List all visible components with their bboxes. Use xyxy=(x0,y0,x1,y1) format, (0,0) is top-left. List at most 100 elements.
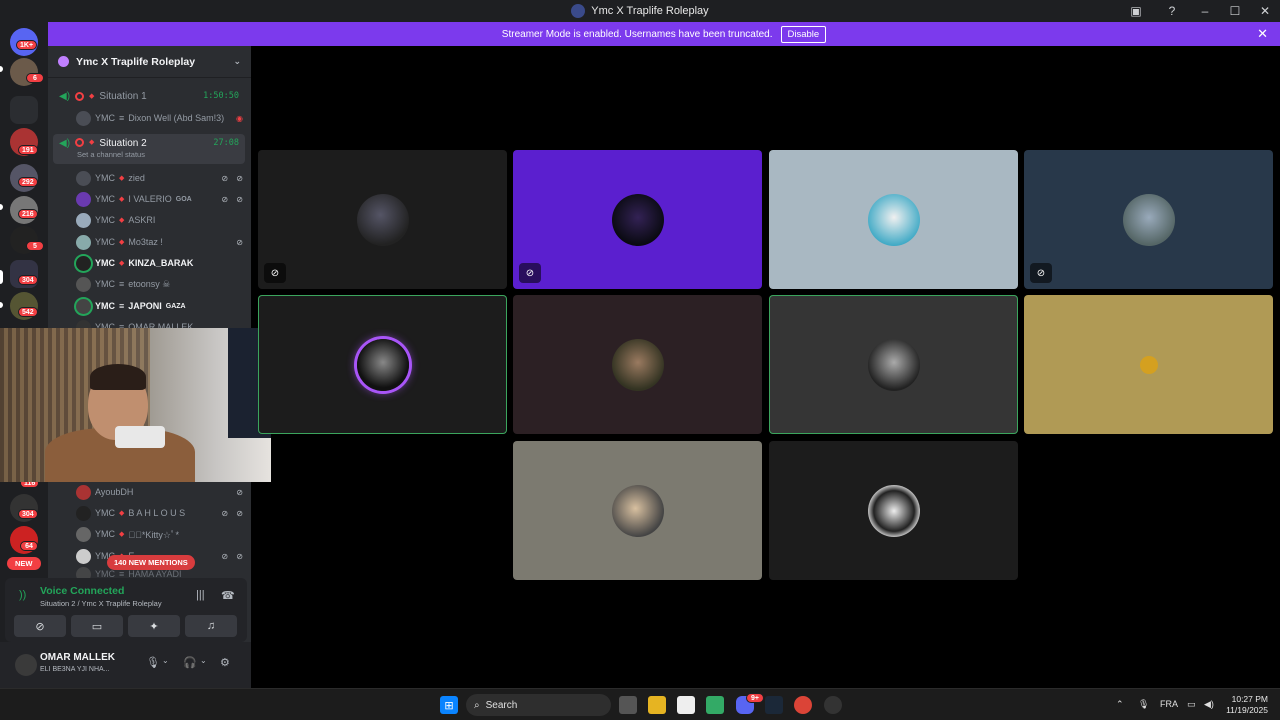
server-badge: 304 xyxy=(18,509,38,519)
member-separator: ≡ xyxy=(119,301,125,311)
noise-suppression-icon[interactable]: ||| xyxy=(196,589,205,601)
video-tile[interactable] xyxy=(769,441,1018,580)
diamond-icon: ◆ xyxy=(89,139,95,146)
member-prefix: YMC xyxy=(95,258,115,268)
folder-icon[interactable] xyxy=(10,96,38,124)
system-clock[interactable]: 10:27 PM 11/19/2025 xyxy=(1226,694,1268,716)
avatar xyxy=(76,298,91,314)
voice-connected-panel: )) Voice Connected Situation 2 / Ymc X T… xyxy=(5,578,247,642)
gear-icon[interactable]: ⚙ xyxy=(220,656,230,669)
no-entry-icon xyxy=(75,138,85,147)
microphone-icon[interactable]: 🎙 xyxy=(1138,699,1149,710)
unread-pill xyxy=(0,66,3,72)
chrome-icon[interactable] xyxy=(794,696,812,714)
video-tile[interactable] xyxy=(769,150,1018,289)
disable-streamer-mode-button[interactable]: Disable xyxy=(780,25,827,43)
avatar xyxy=(76,484,91,500)
network-icon[interactable]: ▭ xyxy=(1187,699,1196,710)
new-mentions-pill[interactable]: 140 NEW MENTIONS xyxy=(107,555,195,570)
language-indicator[interactable]: FRA xyxy=(1160,699,1178,709)
member-row[interactable]: YMC ◆ B A H L O U S ⊘ ⊘ xyxy=(76,503,246,523)
video-tile[interactable] xyxy=(513,441,762,580)
chevron-down-icon[interactable]: ⌄ xyxy=(162,656,169,665)
avatar xyxy=(76,191,91,207)
chevron-down-icon[interactable]: ⌄ xyxy=(200,656,207,665)
channel-name: Situation 1 xyxy=(99,90,147,102)
chevron-down-icon[interactable]: ⌄ xyxy=(233,56,241,67)
member-row[interactable]: YMC ◆ ☆ﾟ*Kitty☆ﾟ* xyxy=(76,524,246,544)
inbox-icon[interactable]: ▣ xyxy=(1118,4,1154,18)
discord-badge: 9+ xyxy=(746,693,764,703)
member-row[interactable]: AyoubDH ⊘ xyxy=(76,482,246,502)
member-row[interactable]: YMC ◆ ASKRI xyxy=(76,210,246,230)
avatar xyxy=(76,276,91,292)
voice-channel-situation-1[interactable]: ◀) ◆ Situation 1 1:50:50 xyxy=(53,85,245,107)
help-icon[interactable]: ? xyxy=(1154,4,1190,18)
server-badge: 542 xyxy=(18,307,38,317)
close-window-button[interactable]: ✕ xyxy=(1250,4,1280,18)
video-tile-speaking[interactable] xyxy=(258,295,507,434)
notepad-icon[interactable] xyxy=(677,696,695,714)
activities-button[interactable]: ✦ xyxy=(128,615,180,637)
microphone-icon[interactable]: 🎙 xyxy=(146,656,160,669)
file-explorer-icon[interactable] xyxy=(648,696,666,714)
disconnect-icon[interactable]: ☎ xyxy=(221,589,235,602)
task-view-icon[interactable] xyxy=(619,696,637,714)
participant-avatar xyxy=(611,484,664,537)
participant-avatar xyxy=(867,193,920,246)
server-header[interactable]: Ymc X Traplife Roleplay ⌄ xyxy=(48,46,251,78)
video-tile[interactable]: ⊘ xyxy=(258,150,507,289)
member-row[interactable]: YMC ≡ JAPONI GAZA xyxy=(76,296,246,316)
member-row[interactable]: YMC ◆ Mo3taz ! ⊘ xyxy=(76,232,246,252)
muted-deafened-icons: ⊘ ⊘ xyxy=(221,508,246,518)
diamond-icon: ◆ xyxy=(89,93,95,100)
avatar xyxy=(76,526,91,542)
soundboard-icon: ♫ xyxy=(206,620,216,632)
server-badge: 5 xyxy=(26,241,44,251)
member-separator: ◆ xyxy=(119,175,125,182)
minimize-button[interactable]: – xyxy=(1190,4,1220,18)
store-icon[interactable] xyxy=(706,696,724,714)
voice-status-subtitle[interactable]: Situation 2 / Ymc X Traplife Roleplay xyxy=(40,599,162,608)
new-unreads-pill[interactable]: NEW xyxy=(7,557,41,570)
maximize-button[interactable]: ☐ xyxy=(1220,4,1250,18)
member-row[interactable]: YMC ◆ I VALERIO GOA ⊘ ⊘ xyxy=(76,189,246,209)
taskbar: ⊞ ⌕ Search 9+ ⌃ 🎙 FRA ▭ ◀) 10:27 PM 11/1… xyxy=(0,688,1280,720)
user-avatar[interactable] xyxy=(15,654,37,676)
voice-channel-situation-2[interactable]: ◀) ◆ Situation 2 27:08 Set a channel sta… xyxy=(53,134,245,164)
member-row[interactable]: YMC ◆ zied ⊘ ⊘ xyxy=(76,168,246,188)
member-row[interactable]: YMC ≡ Dixon Well (Abd Sam!3) ◉ xyxy=(76,108,246,128)
soundboard-button[interactable]: ♫ xyxy=(185,615,237,637)
video-tile-speaking[interactable] xyxy=(769,295,1018,434)
server-badge: 6 xyxy=(26,73,44,83)
video-tile[interactable]: ⊘ xyxy=(1024,150,1273,289)
screen-share-icon: ▭ xyxy=(91,620,103,633)
start-button[interactable]: ⊞ xyxy=(440,696,458,714)
video-tile[interactable] xyxy=(1024,295,1273,434)
camera-off-icon: ⊘ xyxy=(35,620,45,633)
member-name: AyoubDH xyxy=(95,487,134,497)
app-icon[interactable] xyxy=(824,696,842,714)
close-banner-icon[interactable]: ✕ xyxy=(1257,26,1268,42)
headphones-icon[interactable]: 🎧 xyxy=(183,656,197,669)
user-name[interactable]: OMAR MALLEK xyxy=(40,652,115,663)
screen-share-button[interactable]: ▭ xyxy=(71,615,123,637)
volume-icon[interactable]: ◀) xyxy=(1204,699,1214,710)
streamer-mode-banner: Streamer Mode is enabled. Usernames have… xyxy=(48,22,1280,46)
signal-icon[interactable]: )) xyxy=(19,589,26,601)
channel-status[interactable]: Set a channel status xyxy=(77,150,145,159)
steam-icon[interactable] xyxy=(765,696,783,714)
member-separator: ◆ xyxy=(119,217,125,224)
avatar xyxy=(76,110,91,126)
member-separator: ◆ xyxy=(119,531,125,538)
member-name: zied xyxy=(128,173,145,183)
voice-status-title[interactable]: Voice Connected xyxy=(40,585,124,597)
chevron-up-icon[interactable]: ⌃ xyxy=(1116,699,1124,710)
camera-toggle-button[interactable]: ⊘ xyxy=(14,615,66,637)
video-tile[interactable] xyxy=(513,295,762,434)
taskbar-search[interactable]: ⌕ Search xyxy=(466,694,611,716)
video-tile[interactable]: ⊘ xyxy=(513,150,762,289)
member-row[interactable]: YMC ◆ KINZA_BARAK xyxy=(76,253,246,273)
member-row[interactable]: YMC ≡ etoonsy ☠ xyxy=(76,274,246,294)
member-prefix: YMC xyxy=(95,173,115,183)
